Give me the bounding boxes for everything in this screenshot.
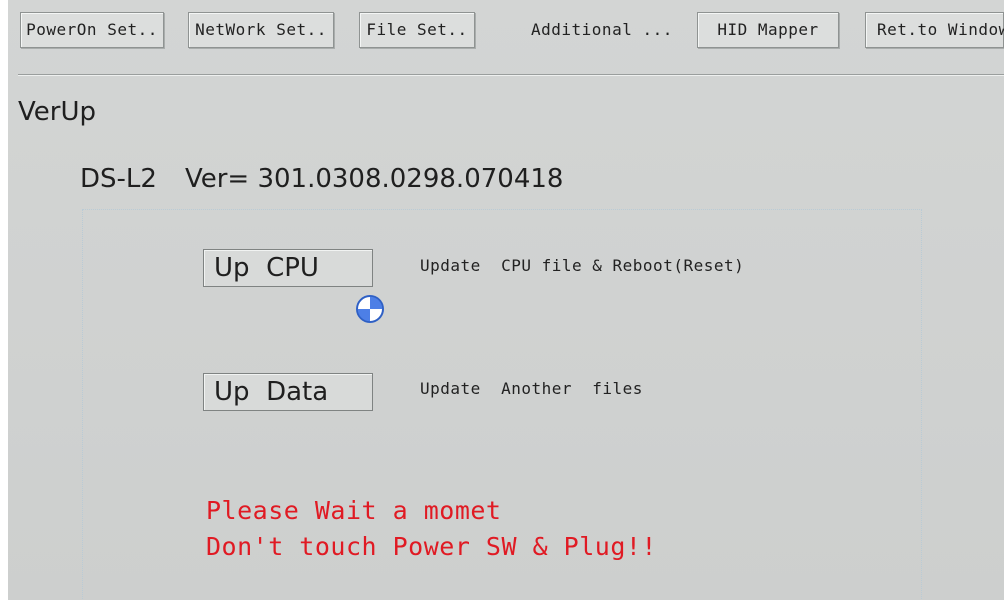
verup-screen: PowerOn Set.. NetWork Set.. File Set.. A… bbox=[8, 0, 1004, 600]
tab-network-settings[interactable]: NetWork Set.. bbox=[188, 12, 334, 48]
update-cpu-button[interactable]: Up CPU bbox=[203, 249, 373, 287]
power-warning-message: Don't touch Power SW & Plug!! bbox=[206, 532, 657, 561]
tab-poweron-settings[interactable]: PowerOn Set.. bbox=[20, 12, 164, 48]
tab-additional[interactable]: Additional ... bbox=[530, 12, 672, 48]
version-value: Ver= 301.0308.0298.070418 bbox=[184, 164, 564, 194]
update-data-button[interactable]: Up Data bbox=[203, 373, 373, 411]
device-model: DS-L2 bbox=[80, 164, 157, 194]
update-data-description: Update Another files bbox=[420, 379, 643, 398]
wait-cursor-icon bbox=[355, 294, 385, 324]
tab-file-settings[interactable]: File Set.. bbox=[359, 12, 475, 48]
update-cpu-description: Update CPU file & Reboot(Reset) bbox=[420, 256, 745, 275]
wait-message: Please Wait a momet bbox=[206, 496, 502, 525]
page-title: VerUp bbox=[18, 97, 96, 127]
tab-hid-mapper[interactable]: HID Mapper bbox=[697, 12, 839, 48]
header-divider bbox=[18, 74, 1004, 76]
firmware-version: DS-L2 Ver= 301.0308.0298.070418 bbox=[80, 161, 563, 197]
tab-return-to-window[interactable]: Ret.to Window bbox=[865, 12, 1004, 48]
settings-tab-bar: PowerOn Set.. NetWork Set.. File Set.. A… bbox=[8, 0, 1004, 60]
